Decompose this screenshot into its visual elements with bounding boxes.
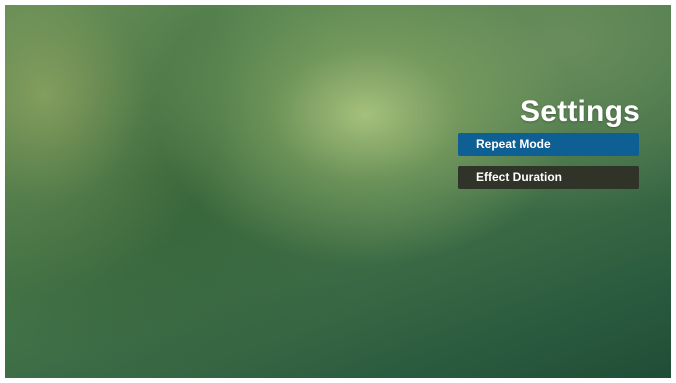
settings-panel: Settings Repeat Mode Effect Duration	[458, 95, 640, 189]
tv-screen: Settings Repeat Mode Effect Duration	[5, 5, 671, 378]
menu-item-repeat-mode[interactable]: Repeat Mode	[458, 133, 639, 156]
settings-title: Settings	[520, 95, 640, 128]
menu-item-effect-duration[interactable]: Effect Duration	[458, 166, 639, 189]
